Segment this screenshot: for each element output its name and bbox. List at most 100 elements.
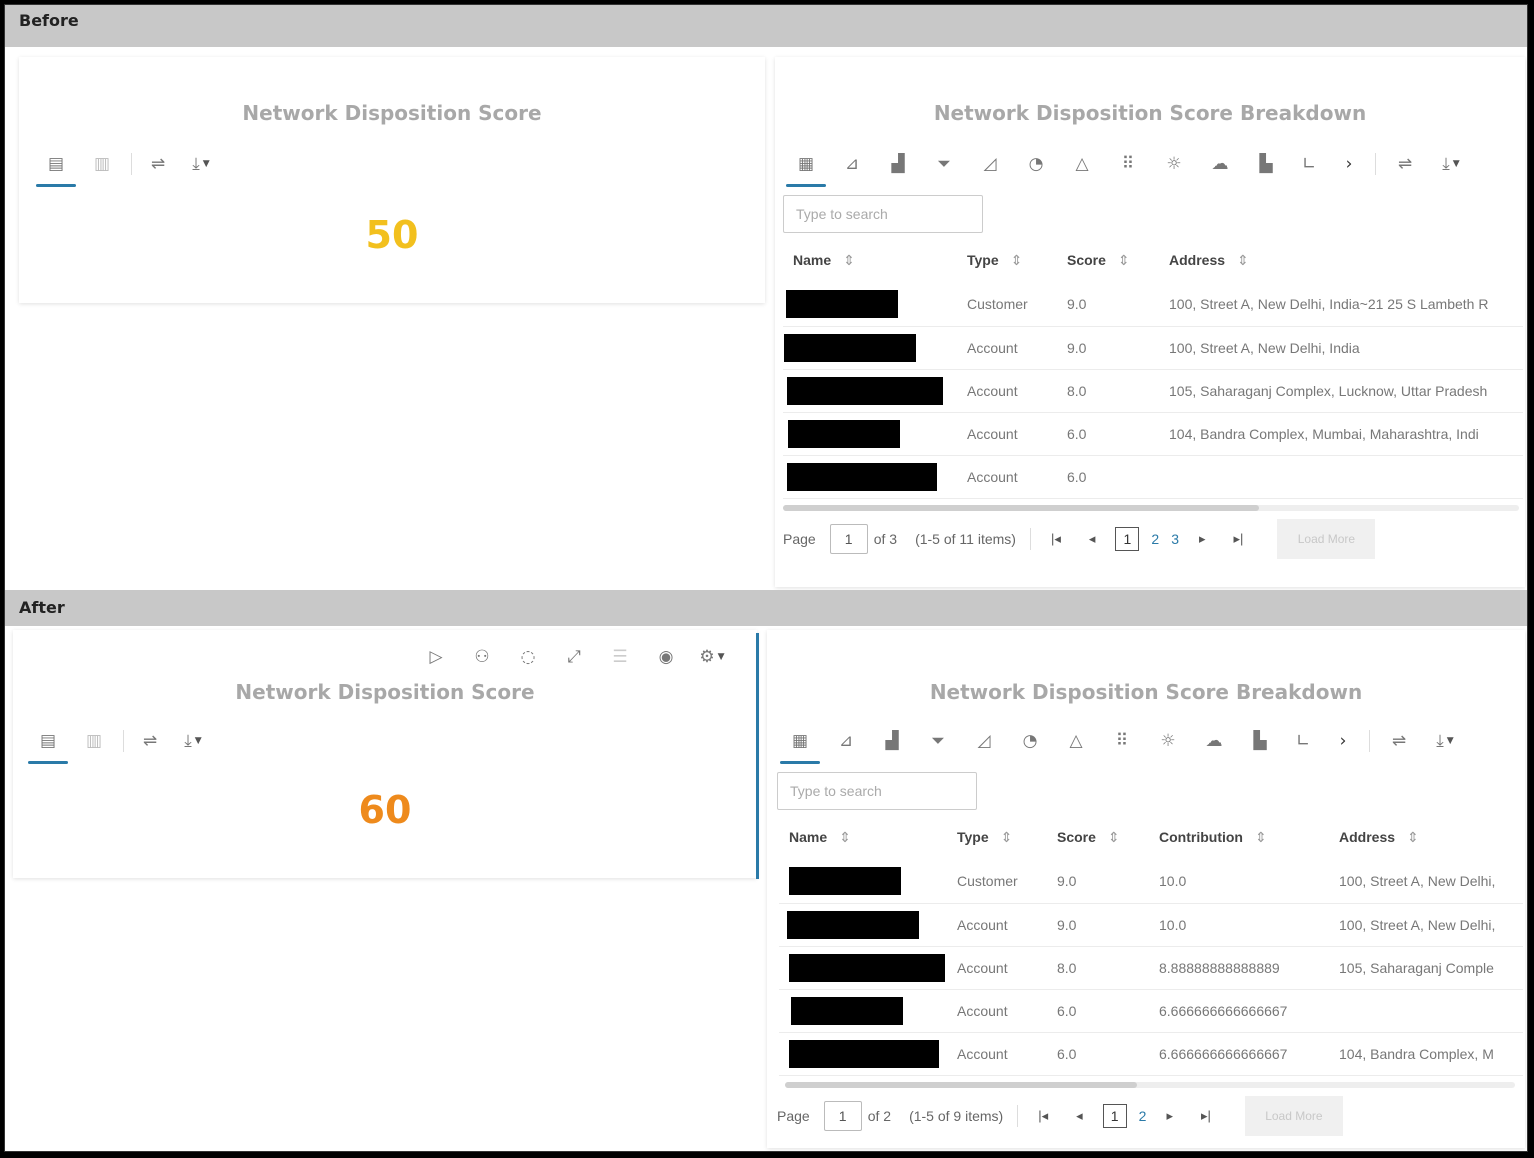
- funnel-icon[interactable]: ⏷: [921, 147, 967, 181]
- sort-icon[interactable]: ⇕: [1118, 252, 1130, 268]
- search-input[interactable]: Type to search: [777, 772, 977, 810]
- funnel-icon[interactable]: ⏷: [915, 724, 961, 758]
- table-icon[interactable]: ▦: [777, 724, 823, 764]
- axis-icon[interactable]: ∟: [1283, 724, 1323, 758]
- pie-icon[interactable]: ◔: [1007, 724, 1053, 758]
- area-chart-icon[interactable]: ◿: [967, 147, 1013, 181]
- combo-chart-icon[interactable]: ▙: [1243, 147, 1289, 181]
- table-row[interactable]: Customer 9.0 10.0 100, Street A, New Del…: [779, 860, 1523, 904]
- first-page-icon[interactable]: |◂: [1051, 531, 1061, 547]
- hierarchy-icon[interactable]: ⚇: [459, 640, 505, 674]
- page-number-input[interactable]: 1: [823, 1101, 862, 1131]
- table-row[interactable]: Account 6.0 6.666666666666667: [779, 989, 1523, 1033]
- sort-icon[interactable]: ⇕: [1255, 829, 1267, 845]
- report-alt-icon[interactable]: ▥: [79, 147, 125, 181]
- report-icon[interactable]: ▤: [25, 724, 71, 764]
- download-icon[interactable]: ⤓ ▼: [178, 147, 224, 181]
- sort-icon[interactable]: ⇕: [1407, 829, 1419, 845]
- load-more-button[interactable]: Load More: [1244, 1096, 1343, 1136]
- sun-icon[interactable]: ☼: [1145, 724, 1191, 758]
- horizontal-scrollbar[interactable]: [783, 505, 1519, 511]
- sliders-icon[interactable]: ⇌: [130, 724, 170, 758]
- download-icon[interactable]: ⤓ ▼: [1428, 147, 1474, 181]
- load-more-button[interactable]: Load More: [1277, 519, 1376, 559]
- bar-chart-icon[interactable]: ▟: [869, 724, 915, 758]
- search-input[interactable]: Type to search: [783, 195, 983, 233]
- scrollbar-thumb[interactable]: [785, 1082, 1137, 1088]
- chevron-right-icon[interactable]: ›: [1323, 724, 1363, 758]
- sliders-icon[interactable]: ⇌: [138, 147, 178, 181]
- redacted-name-cell: [779, 1032, 947, 1076]
- scrollbar-thumb[interactable]: [783, 505, 1259, 511]
- sliders-icon[interactable]: ⇌: [1382, 147, 1428, 181]
- sort-icon[interactable]: ⇕: [1108, 829, 1120, 845]
- page-link-2[interactable]: 2: [1151, 531, 1159, 547]
- sort-icon[interactable]: ⇕: [1011, 252, 1023, 268]
- gear-icon[interactable]: ⚙ ▼: [689, 640, 735, 674]
- eye-icon[interactable]: ◉: [643, 640, 689, 674]
- score-value: 60: [358, 788, 412, 832]
- score-card-title: Network Disposition Score: [235, 680, 535, 704]
- first-page-icon[interactable]: |◂: [1038, 1108, 1048, 1124]
- triangle-icon[interactable]: △: [1059, 147, 1105, 181]
- table-row[interactable]: Account 8.0 8.88888888888889 105, Sahara…: [779, 946, 1523, 990]
- page-number-input[interactable]: 1: [829, 524, 868, 554]
- sun-icon[interactable]: ☼: [1151, 147, 1197, 181]
- table-row[interactable]: Customer 9.0 100, Street A, New Delhi, I…: [783, 283, 1523, 327]
- column-header-name[interactable]: Name ⇕: [779, 814, 947, 860]
- sort-icon[interactable]: ⇕: [839, 829, 851, 845]
- chat-icon[interactable]: ◌: [505, 640, 551, 674]
- horizontal-scrollbar[interactable]: [785, 1082, 1515, 1088]
- column-header-score[interactable]: Score ⇕: [1047, 814, 1149, 860]
- combo-chart-icon[interactable]: ▙: [1237, 724, 1283, 758]
- download-icon[interactable]: ⤓ ▼: [170, 724, 216, 758]
- sliders-icon[interactable]: ⇌: [1376, 724, 1422, 758]
- report-alt-icon[interactable]: ▥: [71, 724, 117, 758]
- list-icon[interactable]: ☰: [597, 640, 643, 674]
- page-link-2[interactable]: 2: [1139, 1108, 1147, 1124]
- dots-grid-icon[interactable]: ⠿: [1105, 147, 1151, 181]
- cloud-icon[interactable]: ☁: [1197, 147, 1243, 181]
- sort-icon[interactable]: ⇕: [1237, 252, 1249, 268]
- last-page-icon[interactable]: ▸|: [1201, 1108, 1211, 1124]
- pie-icon[interactable]: ◔: [1013, 147, 1059, 181]
- table-icon[interactable]: ▦: [783, 147, 829, 187]
- area-chart-icon[interactable]: ◿: [961, 724, 1007, 758]
- triangle-icon[interactable]: △: [1053, 724, 1099, 758]
- sort-icon[interactable]: ⇕: [1001, 829, 1013, 845]
- column-header-score[interactable]: Score ⇕: [1057, 237, 1159, 283]
- axis-icon[interactable]: ∟: [1289, 147, 1329, 181]
- next-page-icon[interactable]: ▸: [1166, 1108, 1173, 1124]
- download-icon[interactable]: ⤓ ▼: [1422, 724, 1468, 758]
- column-header-type[interactable]: Type ⇕: [957, 237, 1057, 283]
- column-header-contribution[interactable]: Contribution ⇕: [1149, 814, 1329, 860]
- column-header-name[interactable]: Name ⇕: [783, 237, 957, 283]
- table-row[interactable]: Account 9.0 100, Street A, New Delhi, In…: [783, 326, 1523, 370]
- type-cell: Account: [957, 455, 1057, 499]
- table-row[interactable]: Account 9.0 10.0 100, Street A, New Delh…: [779, 903, 1523, 947]
- last-page-icon[interactable]: ▸|: [1234, 531, 1244, 547]
- column-header-address[interactable]: Address ⇕: [1159, 237, 1523, 283]
- cloud-icon[interactable]: ☁: [1191, 724, 1237, 758]
- bar-chart-icon[interactable]: ▟: [875, 147, 921, 181]
- page-link-3[interactable]: 3: [1171, 531, 1179, 547]
- prev-page-icon[interactable]: ◂: [1089, 531, 1096, 547]
- column-header-address[interactable]: Address ⇕: [1329, 814, 1523, 860]
- line-chart-icon[interactable]: ⊿: [829, 147, 875, 181]
- expand-icon[interactable]: ⤢: [551, 640, 597, 674]
- page-link-1[interactable]: 1: [1115, 527, 1140, 551]
- dots-grid-icon[interactable]: ⠿: [1099, 724, 1145, 758]
- line-chart-icon[interactable]: ⊿: [823, 724, 869, 758]
- column-header-type[interactable]: Type ⇕: [947, 814, 1047, 860]
- page-link-1[interactable]: 1: [1102, 1104, 1127, 1128]
- sort-icon[interactable]: ⇕: [843, 252, 855, 268]
- play-icon[interactable]: ▷: [413, 640, 459, 674]
- report-icon[interactable]: ▤: [33, 147, 79, 187]
- table-row[interactable]: Account 6.0 6.666666666666667 104, Bandr…: [779, 1032, 1523, 1076]
- next-page-icon[interactable]: ▸: [1199, 531, 1206, 547]
- table-row[interactable]: Account 6.0: [783, 455, 1523, 499]
- prev-page-icon[interactable]: ◂: [1076, 1108, 1083, 1124]
- table-row[interactable]: Account 6.0 104, Bandra Complex, Mumbai,…: [783, 412, 1523, 456]
- chevron-right-icon[interactable]: ›: [1329, 147, 1369, 181]
- table-row[interactable]: Account 8.0 105, Saharaganj Complex, Luc…: [783, 369, 1523, 413]
